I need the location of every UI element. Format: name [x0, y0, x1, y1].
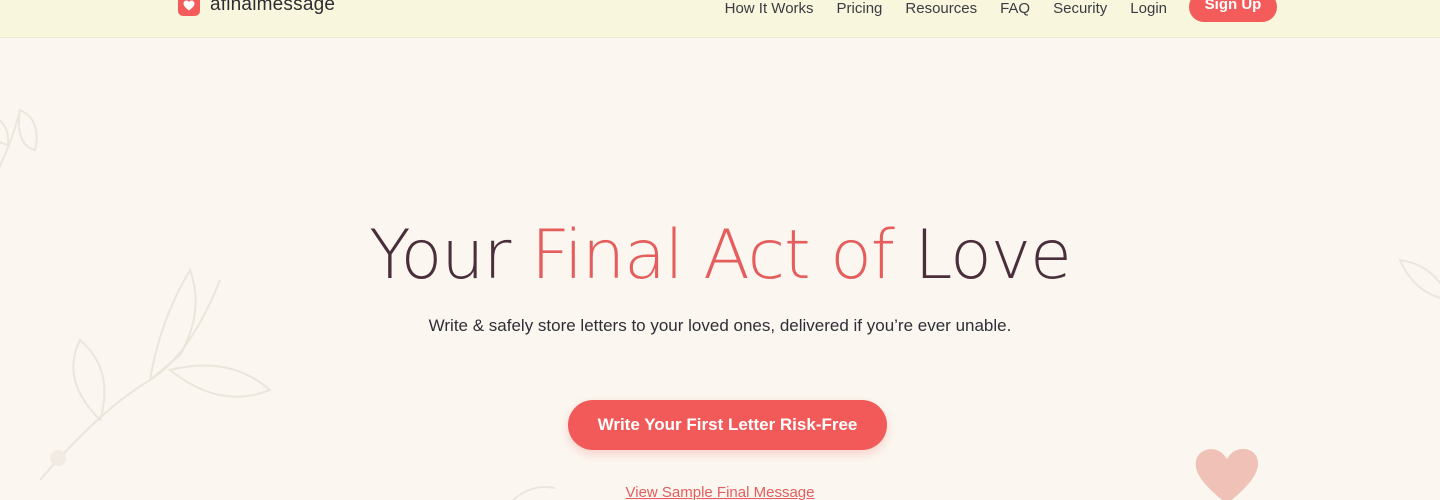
- nav-faq[interactable]: FAQ: [1000, 0, 1030, 17]
- leaf-branch-icon: [0, 108, 38, 169]
- brand-logo[interactable]: afinalmessage: [178, 0, 335, 16]
- brand-name: afinalmessage: [210, 0, 336, 15]
- sign-up-button[interactable]: Sign Up: [1189, 0, 1277, 22]
- sign-up-label: Sign Up: [1204, 0, 1262, 13]
- view-sample-link[interactable]: View Sample Final Message: [0, 484, 1440, 500]
- nav-login[interactable]: Login: [1130, 0, 1167, 17]
- leaf-branch-icon: [40, 267, 272, 481]
- write-first-letter-button[interactable]: Write Your First Letter Risk-Free: [568, 400, 887, 450]
- nav-how-it-works[interactable]: How It Works: [725, 0, 814, 17]
- hero-title: Your Final Act of Love: [0, 216, 1440, 295]
- landing-page: afinalmessage How It Works Pricing Resou…: [0, 0, 1440, 500]
- heart-icon: [178, 0, 200, 16]
- top-navigation-bar: afinalmessage How It Works Pricing Resou…: [0, 0, 1440, 38]
- hero-title-end: Love: [893, 216, 1071, 295]
- nav-security[interactable]: Security: [1053, 0, 1107, 17]
- hero-title-accent: Final Act of: [530, 216, 895, 295]
- hero-subtitle: Write & safely store letters to your lov…: [428, 316, 1012, 335]
- nav-resources[interactable]: Resources: [905, 0, 977, 17]
- nav-pricing[interactable]: Pricing: [837, 0, 883, 17]
- main-nav: How It Works Pricing Resources FAQ Secur…: [702, 0, 1277, 22]
- hero-title-start: Your: [369, 216, 531, 295]
